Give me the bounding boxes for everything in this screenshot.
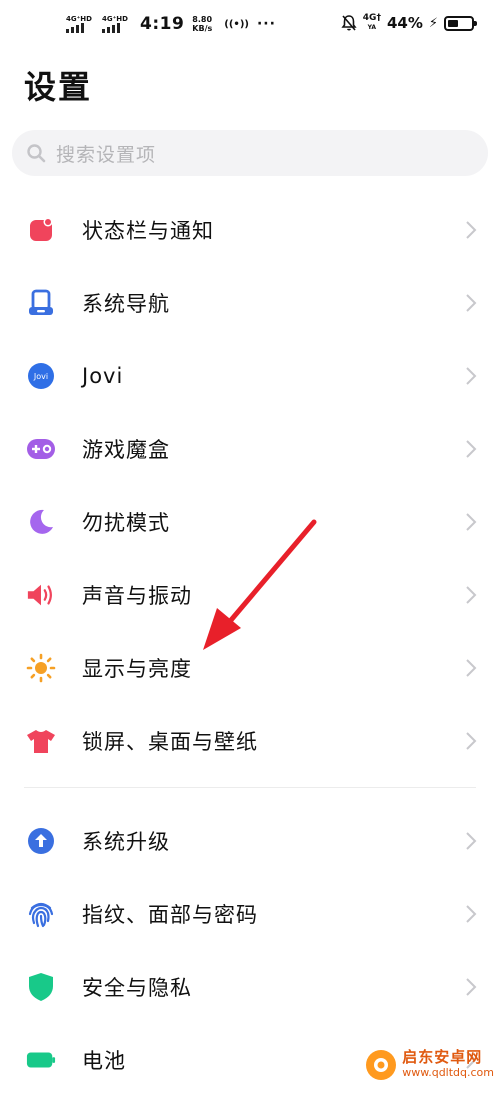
- gamepad-icon: [26, 434, 56, 464]
- search-bar[interactable]: 搜索设置项: [12, 130, 488, 176]
- speaker-icon: [26, 580, 56, 610]
- chevron-right-icon: [466, 366, 477, 385]
- chevron-right-icon: [466, 831, 477, 850]
- watermark-name: 启东安卓网: [402, 1048, 483, 1066]
- battery-percent: 44%: [386, 14, 423, 32]
- settings-item-system-navigation[interactable]: 系统导航: [0, 266, 500, 339]
- sim1-signal: 4G⁺HD: [66, 15, 96, 33]
- settings-item-label: Jovi: [82, 363, 124, 388]
- network-speed-value: 8.80: [192, 15, 213, 24]
- sim1-network-label: 4G⁺HD: [66, 15, 92, 23]
- settings-item-label: 状态栏与通知: [82, 218, 214, 243]
- data-activity-label: YA: [367, 24, 377, 31]
- watermark-url: www.qdltdq.com: [402, 1066, 494, 1079]
- group-divider: [24, 787, 476, 788]
- chevron-right-icon: [466, 977, 477, 996]
- signal-bars-icon: [66, 23, 84, 33]
- navigation-icon: [26, 288, 56, 318]
- watermark: 启东安卓网 www.qdltdq.com: [366, 1050, 494, 1080]
- settings-item-fingerprint-face-password[interactable]: 指纹、面部与密码: [0, 877, 500, 950]
- settings-item-lockscreen-wallpaper[interactable]: 锁屏、桌面与壁纸: [0, 704, 500, 777]
- fingerprint-icon: [26, 899, 56, 929]
- search-icon: [27, 144, 46, 163]
- battery-level-fill: [448, 19, 458, 27]
- search-placeholder: 搜索设置项: [56, 143, 157, 166]
- sim2-network-label: 4G⁺HD: [102, 15, 128, 23]
- jovi-icon: Jovi: [26, 361, 56, 391]
- chevron-right-icon: [466, 731, 477, 750]
- settings-item-label: 声音与振动: [82, 583, 192, 608]
- page-title: 设置: [24, 68, 93, 106]
- settings-item-do-not-disturb[interactable]: 勿扰模式: [0, 485, 500, 558]
- settings-item-label: 系统导航: [82, 291, 170, 316]
- settings-item-status-bar-notifications[interactable]: 状态栏与通知: [0, 193, 500, 266]
- settings-group-general: 状态栏与通知 系统导航 Jovi Jovi 游戏魔盒 勿扰模式 声音与振动 显示…: [0, 193, 500, 777]
- settings-item-label: 电池: [82, 1048, 126, 1073]
- battery-icon: [26, 1045, 56, 1075]
- settings-item-label: 勿扰模式: [82, 510, 170, 535]
- battery-icon: [444, 15, 477, 31]
- upgrade-arrow-icon: [26, 826, 56, 856]
- status-bar-left: 4G⁺HD 4G⁺HD 4:19 8.80 KB/s ((•)) ···: [66, 14, 276, 34]
- more-notifications-icon: ···: [256, 16, 276, 32]
- network-speed: 8.80 KB/s: [192, 15, 212, 33]
- charging-icon: ⚡: [428, 15, 438, 31]
- bell-muted-icon: [341, 15, 357, 31]
- chevron-right-icon: [466, 585, 477, 604]
- settings-item-sound-vibration[interactable]: 声音与振动: [0, 558, 500, 631]
- sun-icon: [26, 653, 56, 683]
- moon-icon: [26, 507, 56, 537]
- settings-item-security-privacy[interactable]: 安全与隐私: [0, 950, 500, 1023]
- watermark-logo: [366, 1050, 397, 1080]
- signal-bars-icon: [102, 23, 120, 33]
- settings-item-label: 显示与亮度: [82, 656, 192, 681]
- shield-icon: [26, 972, 56, 1002]
- chevron-right-icon: [466, 439, 477, 458]
- shirt-icon: [26, 726, 56, 756]
- network-speed-unit: KB/s: [192, 24, 213, 33]
- settings-item-label: 系统升级: [82, 829, 170, 854]
- mobile-data-indicator: 4G† YA: [363, 14, 381, 32]
- settings-item-display-brightness[interactable]: 显示与亮度: [0, 631, 500, 704]
- settings-item-label: 锁屏、桌面与壁纸: [82, 729, 258, 754]
- status-bar: 4G⁺HD 4G⁺HD 4:19 8.80 KB/s ((•)) ··· 4G†…: [0, 0, 500, 58]
- settings-item-label: 游戏魔盒: [82, 437, 170, 462]
- clock: 4:19: [140, 14, 185, 34]
- watermark-text: 启东安卓网 www.qdltdq.com: [402, 1050, 494, 1080]
- settings-item-jovi[interactable]: Jovi Jovi: [0, 339, 500, 412]
- hotspot-icon: ((•)): [224, 18, 249, 30]
- settings-item-system-upgrade[interactable]: 系统升级: [0, 804, 500, 877]
- chevron-right-icon: [466, 658, 477, 677]
- chevron-right-icon: [466, 220, 477, 239]
- chevron-right-icon: [466, 512, 477, 531]
- mobile-network-label: 4G†: [362, 13, 381, 23]
- settings-item-label: 安全与隐私: [82, 975, 192, 1000]
- status-bar-right: 4G† YA 44% ⚡: [341, 14, 477, 32]
- notification-square-icon: [26, 215, 56, 245]
- chevron-right-icon: [466, 904, 477, 923]
- settings-item-label: 指纹、面部与密码: [82, 902, 258, 927]
- sim2-signal: 4G⁺HD: [102, 15, 132, 33]
- settings-item-game-box[interactable]: 游戏魔盒: [0, 412, 500, 485]
- jovi-icon-text: Jovi: [33, 372, 48, 381]
- chevron-right-icon: [466, 293, 477, 312]
